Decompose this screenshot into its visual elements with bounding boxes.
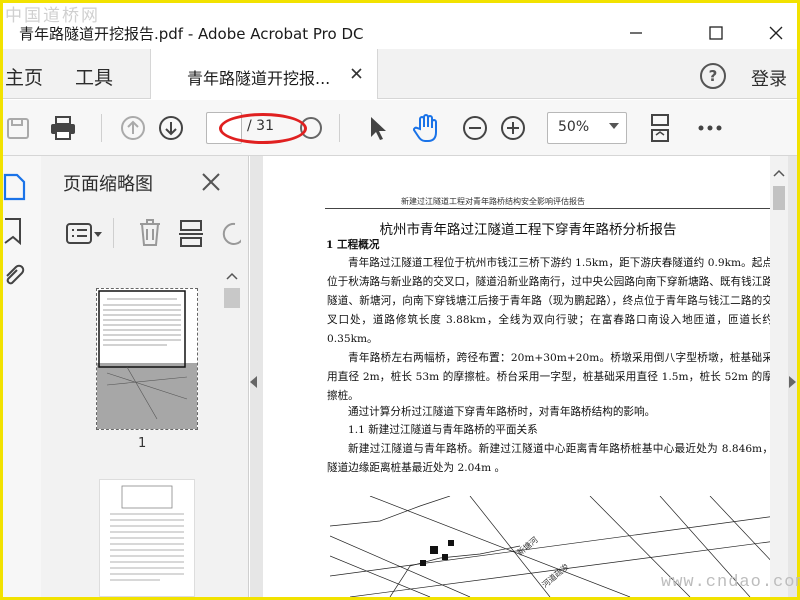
paragraph: 青年路过江隧道工程位于杭州市钱江三桥下游约 1.5km，距下游庆春隧道约 0.9… [327,257,773,345]
arrow-down-circle-icon [159,116,183,140]
zoom-level-value: 50% [558,119,590,135]
delete-page-button[interactable] [137,218,163,248]
tab-bar: 主页 工具 青年路隧道开挖报... ? 登录 [3,49,797,99]
select-tool-button[interactable] [363,113,393,143]
previous-page-button[interactable] [118,113,148,143]
page-thumbnail-2[interactable] [99,479,195,597]
tab-home[interactable]: 主页 [5,63,43,90]
document-view[interactable]: 新建过江隧道工程对青年路桥结构安全影响评估报告 杭州市青年路过江隧道工程下穿青年… [250,156,797,597]
insert-pages-icon [179,220,203,247]
tab-tools[interactable]: 工具 [75,63,113,90]
page-thumbnails-button[interactable] [3,172,27,202]
close-icon [351,68,362,79]
left-tool-strip [3,156,41,597]
maximize-button[interactable] [693,17,739,49]
panel-pointer [41,174,51,198]
chevron-down-icon [609,123,619,129]
scroll-up-icon [773,169,785,177]
close-icon [202,173,220,191]
document-scrollbar[interactable] [770,156,788,597]
header-rule [325,208,776,209]
paperclip-icon [6,264,25,285]
diagram-label: 河道疏浚 [540,561,571,589]
thumbnail-panel: 页面缩略图 1 [41,156,249,597]
document-title: 杭州市青年路过江隧道工程下穿青年路桥分析报告 [379,222,677,238]
pdf-page: 新建过江隧道工程对青年路桥结构安全影响评估报告 杭州市青年路过江隧道工程下穿青年… [263,156,776,597]
save-button[interactable] [3,113,33,143]
scrollbar-thumb[interactable] [773,186,785,210]
zoom-in-icon [501,116,525,140]
close-panel-button[interactable] [201,166,221,198]
thumbnail-panel-title: 页面缩略图 [63,174,153,195]
collapse-left-panel-button[interactable] [250,376,257,388]
panel-divider [113,218,114,248]
thumbnail-scrollbar[interactable] [224,268,240,597]
rotate-icon [222,222,241,245]
hand-tool-button[interactable] [411,113,441,143]
section-heading: 1 工程概况 [326,239,380,251]
paragraph: 新建过江隧道与青年路桥。新建过江隧道中心距离青年路桥桩基中心最近处为 8.846… [327,443,773,474]
close-icon [769,26,783,40]
tab-document[interactable]: 青年路隧道开挖报... [150,49,378,99]
bookmarks-button[interactable] [3,216,25,246]
toolbar-divider [339,114,340,142]
toolbar-divider [101,114,102,142]
page-thumbnail-number: 1 [138,436,147,451]
fit-page-icon [651,114,669,142]
login-button[interactable]: 登录 [751,65,787,91]
save-icon [7,118,29,139]
page-icon [3,173,26,201]
title-bar: 中国道桥网 青年路隧道开挖报告.pdf - Adobe Acrobat Pro … [3,3,797,49]
arrow-up-circle-icon [121,116,145,140]
scroll-up-icon [226,272,238,280]
expand-right-panel-button[interactable] [789,376,796,388]
page-thumbnail-image [97,289,197,429]
window-title: 青年路隧道开挖报告.pdf - Adobe Acrobat Pro DC [19,25,364,43]
help-icon[interactable]: ? [700,63,726,89]
zoom-in-button[interactable] [498,113,528,143]
document-header: 新建过江隧道工程对青年路桥结构安全影响评估报告 [401,197,585,206]
more-tools-button[interactable] [695,113,725,143]
cursor-arrow-icon [371,117,386,140]
paragraph: 通过计算分析过江隧道下穿青年路桥时，对青年路桥结构的影响。 [348,406,656,418]
list-options-icon [66,223,102,244]
scrollbar-thumb[interactable] [224,288,240,308]
bookmark-icon [4,218,21,246]
zoom-level-select[interactable]: 50% [547,112,627,144]
fit-page-button[interactable] [645,113,675,143]
close-window-button[interactable] [753,17,799,49]
page-thumbnail-1[interactable] [96,288,198,430]
thumbnail-options-button[interactable] [65,220,107,248]
document-tab-label: 青年路隧道开挖报... [187,69,331,88]
trash-icon [140,219,160,246]
zoom-out-button[interactable] [460,113,490,143]
insert-page-button[interactable] [178,218,204,248]
page-thumbnail-image [110,485,184,581]
maximize-icon [709,26,723,40]
print-icon [51,116,75,140]
hand-icon [413,114,437,142]
print-button[interactable] [48,113,78,143]
rotate-page-button[interactable] [221,220,241,248]
paragraph: 青年路桥左右两幅桥，跨径布置：20m+30m+20m。桥墩采用倒八字型桥墩，桩基… [327,352,773,402]
attachments-button[interactable] [3,260,27,290]
zoom-out-icon [463,116,487,140]
close-tab-button[interactable] [351,63,362,83]
minimize-button[interactable] [613,17,659,49]
subsection-heading: 1.1 新建过江隧道与青年路桥的平面关系 [348,424,538,436]
toolbar: / 31 50% [3,100,797,156]
annotation-red-ellipse [219,113,307,144]
watermark-url: www.cndao.com [661,573,800,592]
next-page-button[interactable] [156,113,186,143]
minimize-icon [630,32,642,34]
more-dots-icon [698,125,722,131]
